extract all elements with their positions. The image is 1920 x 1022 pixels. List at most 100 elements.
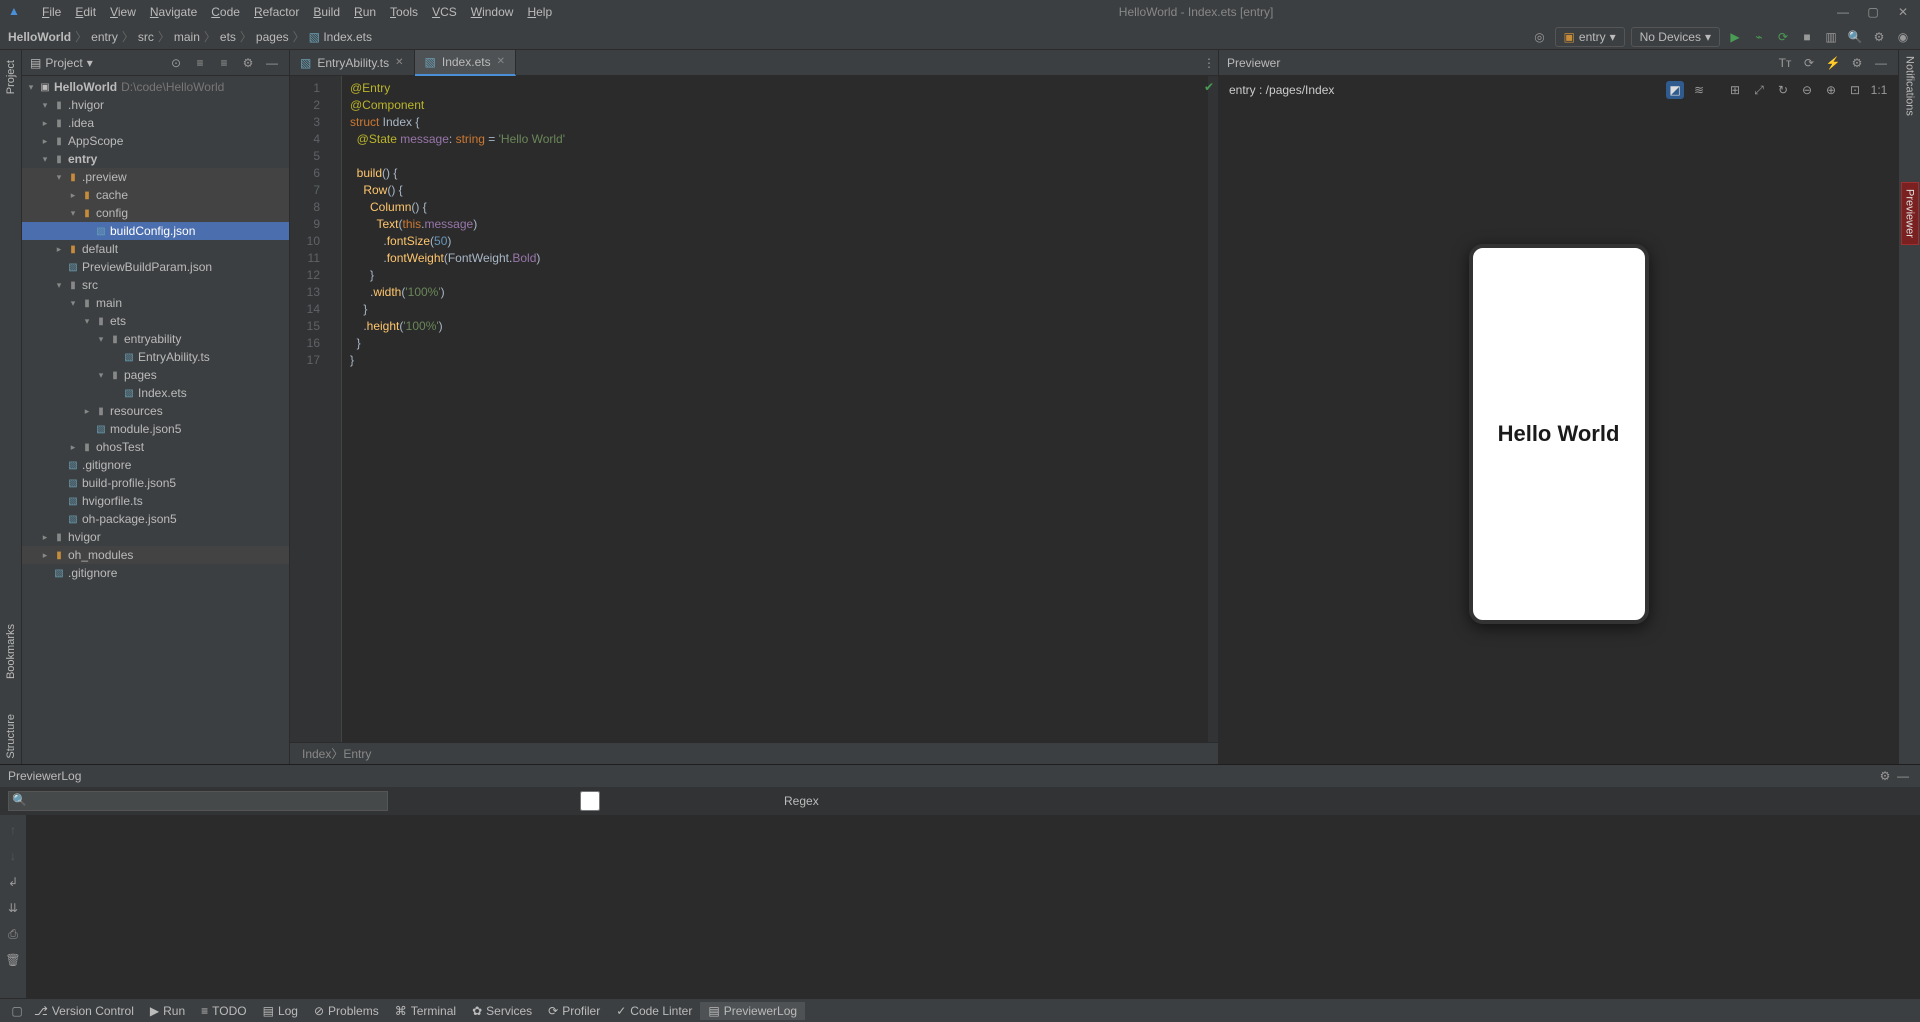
bookmarks-tool-tab[interactable]: Bookmarks bbox=[3, 618, 19, 685]
tree-node[interactable]: ▸▮AppScope bbox=[22, 132, 289, 150]
hide-icon[interactable]: — bbox=[1894, 767, 1912, 785]
menu-edit[interactable]: Edit bbox=[69, 3, 102, 21]
tree-node[interactable]: ▧Index.ets bbox=[22, 384, 289, 402]
close-tab-icon[interactable]: ✕ bbox=[395, 57, 403, 68]
fit-icon[interactable]: ⊡ bbox=[1846, 81, 1864, 99]
maximize-icon[interactable]: ▢ bbox=[1864, 3, 1882, 21]
fold-gutter[interactable] bbox=[330, 76, 342, 742]
bottom-tab-services[interactable]: ✿Services bbox=[464, 1002, 540, 1020]
wrap-icon[interactable]: ↲ bbox=[4, 873, 22, 891]
tree-arrow-icon[interactable]: ▾ bbox=[40, 100, 50, 111]
tree-root[interactable]: ▾ ▣ HelloWorld D:\code\HelloWorld bbox=[22, 78, 289, 96]
editor-breadcrumb-item[interactable]: Index bbox=[302, 747, 331, 761]
breadcrumb-item[interactable]: ets bbox=[220, 30, 236, 44]
tree-node[interactable]: ▾▮pages bbox=[22, 366, 289, 384]
expand-icon[interactable]: ⤢ bbox=[1750, 81, 1768, 99]
chevron-down-icon[interactable]: ▾ bbox=[87, 56, 93, 70]
menu-file[interactable]: File bbox=[36, 3, 67, 21]
collapse-all-icon[interactable]: ≡ bbox=[215, 54, 233, 72]
breadcrumb-item[interactable]: HelloWorld bbox=[8, 30, 71, 44]
clear-icon[interactable]: 🗑 bbox=[4, 951, 22, 969]
debug-icon[interactable]: ⌁ bbox=[1750, 28, 1768, 46]
tree-node[interactable]: ▧build-profile.json5 bbox=[22, 474, 289, 492]
tree-arrow-icon[interactable]: ▸ bbox=[40, 532, 50, 543]
device-combo[interactable]: No Devices ▾ bbox=[1631, 27, 1720, 47]
regex-checkbox[interactable]: Regex bbox=[400, 791, 819, 811]
editor-breadcrumb-item[interactable]: Entry bbox=[343, 747, 371, 761]
tree-arrow-icon[interactable]: ▸ bbox=[40, 118, 50, 129]
tree-arrow-icon[interactable]: ▸ bbox=[40, 550, 50, 561]
close-tab-icon[interactable]: ✕ bbox=[497, 56, 505, 67]
hide-icon[interactable]: — bbox=[1872, 54, 1890, 72]
tree-arrow-icon[interactable]: ▾ bbox=[82, 316, 92, 327]
tree-arrow-icon[interactable]: ▾ bbox=[68, 298, 78, 309]
tree-arrow-icon[interactable]: ▸ bbox=[68, 442, 78, 453]
tree-node[interactable]: ▾▮ets bbox=[22, 312, 289, 330]
settings-icon[interactable]: ⚙ bbox=[239, 54, 257, 72]
settings-icon[interactable]: ⚙ bbox=[1870, 28, 1888, 46]
tree-node[interactable]: ▾▮src bbox=[22, 276, 289, 294]
menu-help[interactable]: Help bbox=[521, 3, 558, 21]
tree-node[interactable]: ▸▮cache bbox=[22, 186, 289, 204]
code-editor[interactable]: 1234567891011121314151617 @Entry@Compone… bbox=[290, 76, 1218, 742]
rotate-icon[interactable]: ↻ bbox=[1774, 81, 1792, 99]
bottom-tab-terminal[interactable]: ⌘Terminal bbox=[387, 1002, 464, 1020]
tree-node[interactable]: ▸▮.idea bbox=[22, 114, 289, 132]
tree-node[interactable]: ▧module.json5 bbox=[22, 420, 289, 438]
tree-node[interactable]: ▾▮.hvigor bbox=[22, 96, 289, 114]
bottom-tab-run[interactable]: ▶Run bbox=[142, 1002, 193, 1020]
tree-node[interactable]: ▾▮entryability bbox=[22, 330, 289, 348]
tree-node[interactable]: ▸▮ohosTest bbox=[22, 438, 289, 456]
breadcrumb-item[interactable]: ▧ Index.ets bbox=[309, 30, 372, 44]
editor-error-stripe[interactable] bbox=[1208, 76, 1218, 742]
scroll-icon[interactable]: ⇊ bbox=[4, 899, 22, 917]
tree-node[interactable]: ▸▮oh_modules bbox=[22, 546, 289, 564]
bottom-tab-version-control[interactable]: ⎇Version Control bbox=[26, 1002, 142, 1020]
breadcrumb-item[interactable]: entry bbox=[91, 30, 118, 44]
open-icon[interactable]: ▥ bbox=[1822, 28, 1840, 46]
select-opened-icon[interactable]: ⊙ bbox=[167, 54, 185, 72]
tree-node[interactable]: ▸▮resources bbox=[22, 402, 289, 420]
menu-window[interactable]: Window bbox=[465, 3, 520, 21]
editor-tab[interactable]: ▧Index.ets✕ bbox=[415, 50, 516, 76]
search-icon[interactable]: 🔍 bbox=[1846, 28, 1864, 46]
tree-node[interactable]: ▸▮hvigor bbox=[22, 528, 289, 546]
tree-node[interactable]: ▾▮entry bbox=[22, 150, 289, 168]
menu-view[interactable]: View bbox=[104, 3, 142, 21]
editor-breadcrumb[interactable]: Index 〉 Entry bbox=[290, 742, 1218, 764]
refresh-icon[interactable]: ⟳ bbox=[1800, 54, 1818, 72]
stop-icon[interactable]: ■ bbox=[1798, 28, 1816, 46]
print-icon[interactable]: ⎙ bbox=[4, 925, 22, 943]
tree-arrow-icon[interactable]: ▾ bbox=[96, 370, 106, 381]
log-search-input[interactable] bbox=[8, 791, 388, 811]
tree-arrow-icon[interactable]: ▾ bbox=[68, 208, 78, 219]
breadcrumb-item[interactable]: src bbox=[138, 30, 154, 44]
bottom-tab-problems[interactable]: ⊘Problems bbox=[306, 1002, 387, 1020]
target-icon[interactable]: ◎ bbox=[1531, 28, 1549, 46]
run-icon[interactable]: ▶ bbox=[1726, 28, 1744, 46]
layers-icon[interactable]: ≋ bbox=[1690, 81, 1708, 99]
tree-node[interactable]: ▧EntryAbility.ts bbox=[22, 348, 289, 366]
tree-arrow-icon[interactable]: ▾ bbox=[54, 172, 64, 183]
menu-tools[interactable]: Tools bbox=[384, 3, 424, 21]
zoom-in-icon[interactable]: ⊕ bbox=[1822, 81, 1840, 99]
tree-arrow-icon[interactable]: ▾ bbox=[40, 154, 50, 165]
previewer-tool-tab[interactable]: Previewer bbox=[1901, 182, 1919, 245]
zoom-out-icon[interactable]: ⊖ bbox=[1798, 81, 1816, 99]
tree-node[interactable]: ▧buildConfig.json bbox=[22, 222, 289, 240]
tree-node[interactable]: ▧PreviewBuildParam.json bbox=[22, 258, 289, 276]
notifications-tool-tab[interactable]: Notifications bbox=[1902, 50, 1918, 122]
tree-node[interactable]: ▧hvigorfile.ts bbox=[22, 492, 289, 510]
menu-navigate[interactable]: Navigate bbox=[144, 3, 203, 21]
structure-tool-tab[interactable]: Structure bbox=[3, 708, 19, 765]
bottom-tab-previewerlog[interactable]: ▤PreviewerLog bbox=[700, 1002, 805, 1020]
tree-arrow-icon[interactable]: ▸ bbox=[68, 190, 78, 201]
settings-icon[interactable]: ⚙ bbox=[1848, 54, 1866, 72]
grid-icon[interactable]: ⊞ bbox=[1726, 81, 1744, 99]
previewer-canvas[interactable]: Hello World bbox=[1219, 104, 1898, 764]
bottom-tab-log[interactable]: ▤Log bbox=[255, 1002, 306, 1020]
code-content[interactable]: @Entry@Componentstruct Index { @State me… bbox=[342, 76, 1208, 742]
account-icon[interactable]: ◉ bbox=[1894, 28, 1912, 46]
bottom-tab-code-linter[interactable]: ✓Code Linter bbox=[608, 1002, 700, 1020]
breadcrumb-item[interactable]: pages bbox=[256, 30, 289, 44]
